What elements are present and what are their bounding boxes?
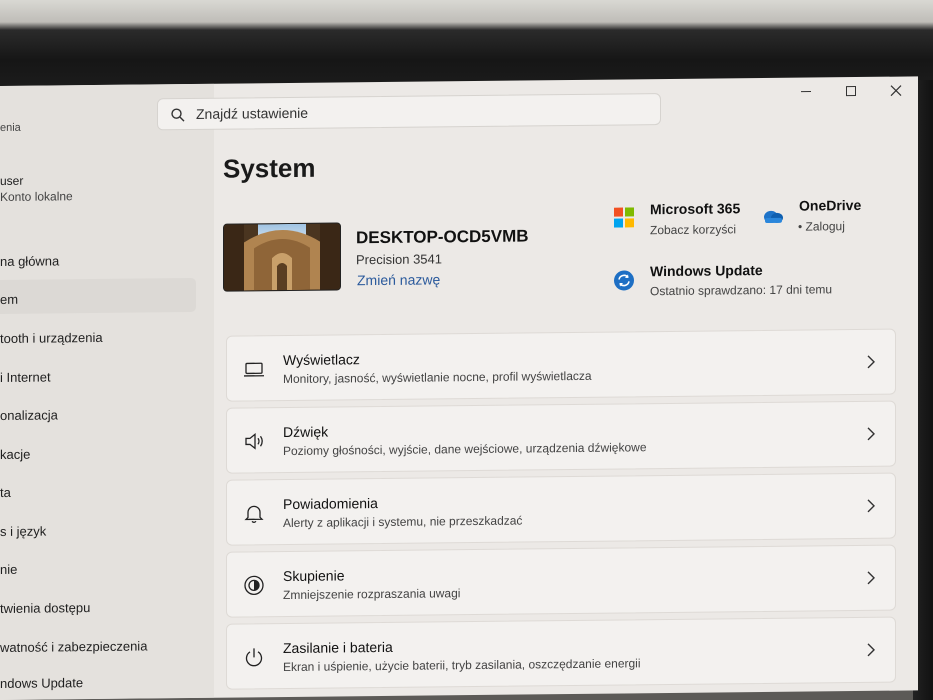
card-sound[interactable]: Dźwięk Poziomy głośności, wyjście, dane …	[226, 400, 896, 474]
sidebar-item-time-language[interactable]: s i język	[0, 524, 46, 539]
user-account-type: Konto lokalne	[0, 189, 73, 204]
settings-window: enia user Konto lokalne na główna em too…	[0, 76, 918, 700]
microsoft-365-subtitle[interactable]: Zobacz korzyści	[650, 222, 736, 237]
chevron-right-icon	[867, 643, 875, 657]
device-name: DESKTOP-OCD5VMB	[356, 226, 529, 248]
card-focus-title: Skupienie	[283, 567, 345, 585]
sidebar-item-windows-update[interactable]: ndows Update	[0, 675, 83, 691]
maximize-icon[interactable]	[843, 83, 859, 99]
card-sound-title: Dźwięk	[283, 423, 329, 441]
card-power-desc: Ekran i uśpienie, użycie baterii, tryb z…	[283, 656, 641, 675]
windows-update-title[interactable]: Windows Update	[650, 262, 763, 279]
card-notifications-desc: Alerty z aplikacji i systemu, nie przesz…	[283, 513, 523, 531]
search-placeholder: Znajdź ustawienie	[196, 104, 309, 122]
sidebar: enia user Konto lokalne na główna em too…	[0, 83, 214, 700]
sidebar-partial-title: enia	[0, 121, 21, 134]
card-display-desc: Monitory, jasność, wyświetlanie nocne, p…	[283, 368, 592, 387]
sidebar-item-accounts[interactable]: ta	[0, 485, 11, 500]
rename-link[interactable]: Zmień nazwę	[357, 271, 440, 288]
card-display-title: Wyświetlacz	[283, 351, 360, 369]
speaker-icon	[245, 432, 263, 450]
card-power[interactable]: Zasilanie i bateria Ekran i uśpienie, uż…	[226, 616, 896, 690]
sidebar-item-bluetooth[interactable]: tooth i urządzenia	[0, 330, 103, 346]
onedrive-title[interactable]: OneDrive	[799, 197, 861, 214]
display-icon	[244, 362, 264, 377]
card-notifications[interactable]: Powiadomienia Alerty z aplikacji i syste…	[226, 472, 896, 546]
search-icon	[171, 108, 185, 122]
card-power-title: Zasilanie i bateria	[283, 638, 393, 657]
chevron-right-icon	[867, 355, 875, 369]
sidebar-item-accessibility[interactable]: twienia dostępu	[0, 600, 90, 616]
device-model: Precision 3541	[356, 251, 442, 268]
windows-update-icon	[614, 270, 634, 291]
sidebar-item-home[interactable]: na główna	[0, 253, 59, 269]
chevron-right-icon	[867, 571, 875, 585]
card-notifications-title: Powiadomienia	[283, 495, 378, 513]
minimize-icon[interactable]	[798, 83, 814, 99]
desktop-wallpaper-thumbnail	[223, 222, 341, 292]
onedrive-subtitle[interactable]: • Zaloguj	[798, 219, 845, 233]
user-name[interactable]: user	[0, 174, 23, 188]
card-focus-desc: Zmniejszenie rozpraszania uwagi	[283, 586, 461, 603]
card-sound-desc: Poziomy głośności, wyjście, dane wejścio…	[283, 440, 647, 459]
search-box[interactable]: Znajdź ustawienie	[157, 93, 661, 131]
microsoft-365-title[interactable]: Microsoft 365	[650, 200, 740, 217]
sidebar-item-system[interactable]: em	[0, 292, 18, 307]
sidebar-item-apps[interactable]: kacje	[0, 447, 30, 462]
windows-update-subtitle[interactable]: Ostatnio sprawdzano: 17 dni temu	[650, 282, 832, 298]
chevron-right-icon	[867, 499, 875, 513]
bell-icon	[244, 505, 264, 523]
sidebar-item-privacy[interactable]: watność i zabezpieczenia	[0, 638, 147, 655]
microsoft-365-icon	[614, 207, 634, 228]
sidebar-selection-highlight	[0, 277, 196, 314]
card-focus[interactable]: Skupienie Zmniejszenie rozpraszania uwag…	[226, 544, 896, 618]
close-icon[interactable]	[888, 83, 904, 99]
card-display[interactable]: Wyświetlacz Monitory, jasność, wyświetla…	[226, 328, 896, 402]
page-title: System	[223, 152, 316, 184]
sidebar-item-network[interactable]: i Internet	[0, 369, 51, 385]
power-icon	[245, 648, 263, 667]
chevron-right-icon	[867, 427, 875, 441]
focus-icon	[244, 575, 264, 595]
sidebar-item-personalization[interactable]: onalizacja	[0, 407, 58, 423]
sidebar-item-gaming[interactable]: nie	[0, 562, 17, 577]
onedrive-icon	[764, 210, 783, 223]
